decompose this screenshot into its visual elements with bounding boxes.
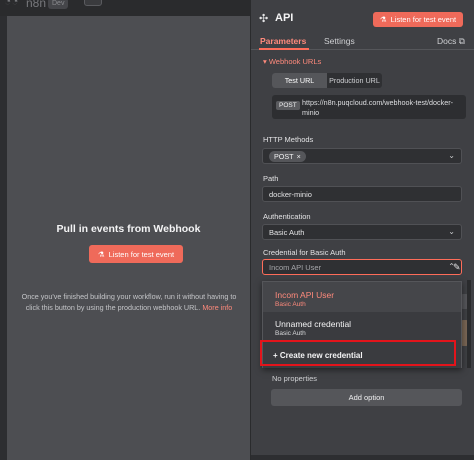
node-parameters-panel: ✣ API ⚗ Listen for test event Parameters…: [250, 0, 474, 460]
http-methods-label: HTTP Methods: [263, 135, 314, 144]
credential-option-name: Unnamed credential: [275, 319, 352, 329]
input-panel: Pull in events from Webhook ⚗ Listen for…: [7, 16, 250, 460]
path-label: Path: [263, 174, 279, 183]
panel-heading: Pull in events from Webhook: [56, 223, 201, 235]
method-chip[interactable]: POST ×: [269, 151, 306, 162]
active-tab-indicator: [259, 48, 309, 50]
test-url-option[interactable]: Test URL: [272, 73, 327, 88]
credential-option-type: Basic Auth: [275, 330, 306, 337]
url-method-badge: POST: [276, 101, 300, 110]
close-icon[interactable]: ×: [297, 152, 301, 161]
chevron-down-icon: ▾: [263, 57, 267, 66]
method-chip-label: POST: [274, 152, 294, 161]
listen-test-event-button-header[interactable]: ⚗ Listen for test event: [373, 12, 463, 27]
path-input[interactable]: docker-minio: [262, 186, 462, 202]
tab-settings[interactable]: Settings: [324, 36, 355, 46]
webhook-node-icon: ✣: [259, 13, 269, 25]
docs-label: Docs: [437, 36, 457, 46]
chevron-down-icon: ⌄: [448, 151, 455, 160]
tab-parameters[interactable]: Parameters: [260, 36, 306, 46]
brand-name: n8n: [26, 0, 47, 10]
http-methods-select[interactable]: POST × ⌄: [262, 148, 462, 164]
highlight-annotation: [260, 340, 456, 366]
more-info-link[interactable]: More info: [202, 303, 232, 312]
section-label: Webhook URLs: [268, 57, 322, 66]
environment-badge: Dev: [48, 0, 69, 9]
tab-docs[interactable]: Docs ⧉: [437, 36, 465, 47]
panel-bottom: [251, 455, 474, 460]
credential-label: Credential for Basic Auth: [263, 248, 346, 257]
webhook-url-display[interactable]: POST https://n8n.puqcloud.com/webhook-te…: [272, 95, 466, 119]
edit-credential-icon[interactable]: ✎: [453, 262, 461, 273]
listen-test-event-button[interactable]: ⚗ Listen for test event: [89, 245, 183, 263]
url-type-switch: Test URL Production URL: [272, 73, 382, 88]
authentication-select[interactable]: Basic Auth ⌄: [262, 224, 462, 240]
credential-value: Incom API User: [269, 263, 322, 272]
authentication-label: Authentication: [263, 212, 311, 221]
listen-button-label: Listen for test event: [108, 249, 175, 259]
no-properties-text: No properties: [272, 374, 318, 383]
node-title[interactable]: API: [275, 12, 293, 24]
authentication-value: Basic Auth: [269, 228, 305, 237]
node-tabs: Parameters Settings Docs ⧉: [251, 34, 474, 50]
credential-option-name: Incom API User: [275, 290, 335, 300]
add-option-button[interactable]: Add option: [271, 389, 462, 406]
credential-select[interactable]: Incom API User ⌃: [262, 259, 462, 275]
production-url-option[interactable]: Production URL: [327, 73, 382, 88]
n8n-logo-icon: ◔◔: [4, 0, 19, 8]
scrollbar[interactable]: [467, 280, 471, 368]
chevron-down-icon: ⌄: [448, 227, 455, 236]
webhook-urls-toggle[interactable]: ▾ Webhook URLs: [263, 57, 321, 66]
credential-option[interactable]: Unnamed credential Basic Auth: [263, 314, 461, 342]
top-bar: ◔◔ n8n Dev: [0, 0, 250, 16]
add-button[interactable]: [84, 0, 102, 6]
webhook-url[interactable]: https://n8n.puqcloud.com/webhook-test/do…: [302, 98, 462, 117]
flask-icon: ⚗: [379, 15, 387, 24]
credential-option-type: Basic Auth: [275, 301, 306, 308]
credential-option[interactable]: Incom API User Basic Auth: [263, 282, 461, 312]
panel-description: Once you've finished building your workf…: [17, 292, 241, 313]
external-link-icon: ⧉: [458, 36, 465, 46]
listen-button-label: Listen for test event: [390, 15, 457, 24]
flask-icon: ⚗: [97, 249, 105, 259]
